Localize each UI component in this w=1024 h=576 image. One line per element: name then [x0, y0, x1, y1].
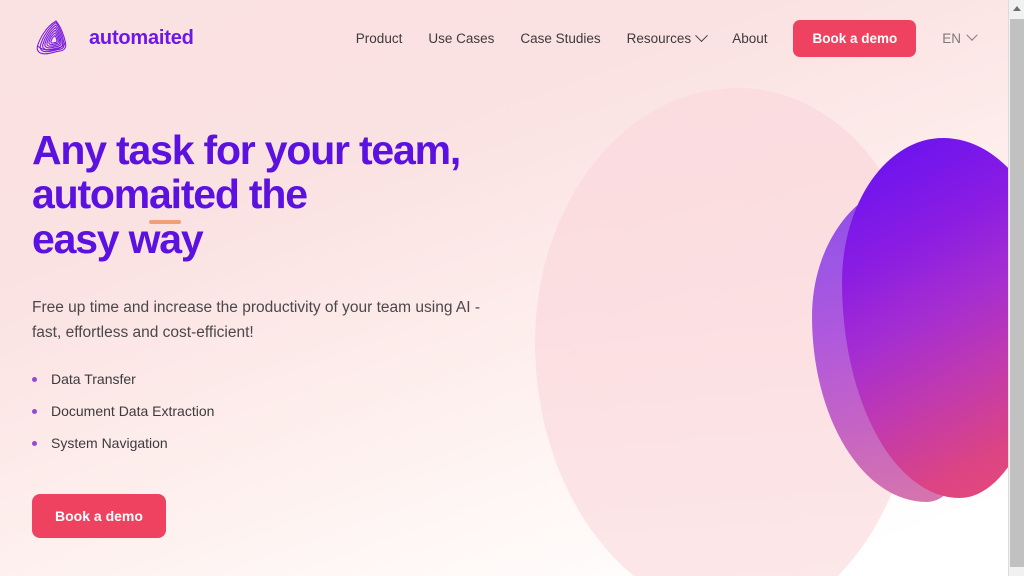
shell-spiral-logo-icon — [36, 20, 67, 55]
list-item: System Navigation — [32, 435, 532, 451]
list-item-label: Document Data Extraction — [51, 403, 215, 420]
hero-title-line-2: automaited the — [32, 171, 532, 224]
language-selector[interactable]: EN — [942, 29, 978, 46]
nav-item-product-label: Product — [355, 30, 403, 46]
scroll-up-button[interactable] — [1009, 0, 1024, 17]
hero-title-line-1: Any task for your team, — [32, 127, 461, 173]
nav-item-case-studies[interactable]: Case Studies — [520, 31, 600, 46]
nav-item-product[interactable]: Product — [356, 31, 403, 46]
nav-book-a-demo-button[interactable]: Book a demo — [793, 19, 917, 57]
brand-logo[interactable]: automaited — [32, 18, 194, 58]
list-item: Document Data Extraction — [32, 403, 532, 419]
hero-title: Any task for your team, automaited the e… — [32, 128, 532, 261]
violet-blob-shape — [812, 182, 997, 502]
hero-book-a-demo-button[interactable]: Book a demo — [32, 494, 166, 539]
chevron-down-icon — [966, 29, 978, 41]
bullet-dot-icon — [32, 376, 37, 382]
list-item: Data Transfer — [32, 371, 532, 387]
top-navigation-bar: automaited Product Use Cases Case Studie… — [0, 0, 1008, 76]
nav-item-resources-label: Resources — [626, 30, 692, 46]
purple-pink-gradient-blob-shape — [842, 138, 1008, 498]
nav-item-resources[interactable]: Resources — [626, 28, 709, 46]
language-selector-value: EN — [942, 30, 961, 46]
brand-name-text: automaited — [89, 26, 194, 49]
hero-feature-list: Data Transfer Document Data Extraction S… — [32, 371, 532, 451]
bullet-dot-icon — [32, 440, 37, 446]
nav-item-case-studies-label: Case Studies — [520, 30, 601, 46]
nav-item-use-cases-label: Use Cases — [428, 30, 495, 46]
bullet-dot-icon — [32, 408, 37, 414]
browser-viewport: automaited Product Use Cases Case Studie… — [0, 0, 1024, 576]
nav-item-about[interactable]: About — [732, 31, 767, 46]
hero-subtitle: Free up time and increase the productivi… — [32, 298, 481, 341]
chevron-down-icon — [695, 28, 709, 42]
scrollbar-thumb[interactable] — [1010, 19, 1024, 567]
hero-title-line-2-before: autom — [32, 171, 150, 218]
hero-title-line-3: easy way — [32, 215, 204, 262]
vertical-scrollbar[interactable] — [1008, 0, 1024, 576]
landing-page: automaited Product Use Cases Case Studie… — [0, 0, 1008, 576]
scroll-up-arrow-icon — [1013, 6, 1021, 11]
hero-title-highlight-ai: ai — [149, 171, 182, 224]
nav-item-use-cases[interactable]: Use Cases — [428, 31, 494, 46]
list-item-label: System Navigation — [51, 435, 168, 452]
pale-pink-blob-shape — [535, 88, 925, 576]
nav-item-about-label: About — [732, 30, 768, 46]
hero-title-line-2-after: ted the — [180, 171, 308, 218]
hero-section: Any task for your team, automaited the e… — [32, 128, 532, 539]
list-item-label: Data Transfer — [51, 371, 136, 388]
nav-links: Product Use Cases Case Studies Resources… — [356, 19, 978, 57]
